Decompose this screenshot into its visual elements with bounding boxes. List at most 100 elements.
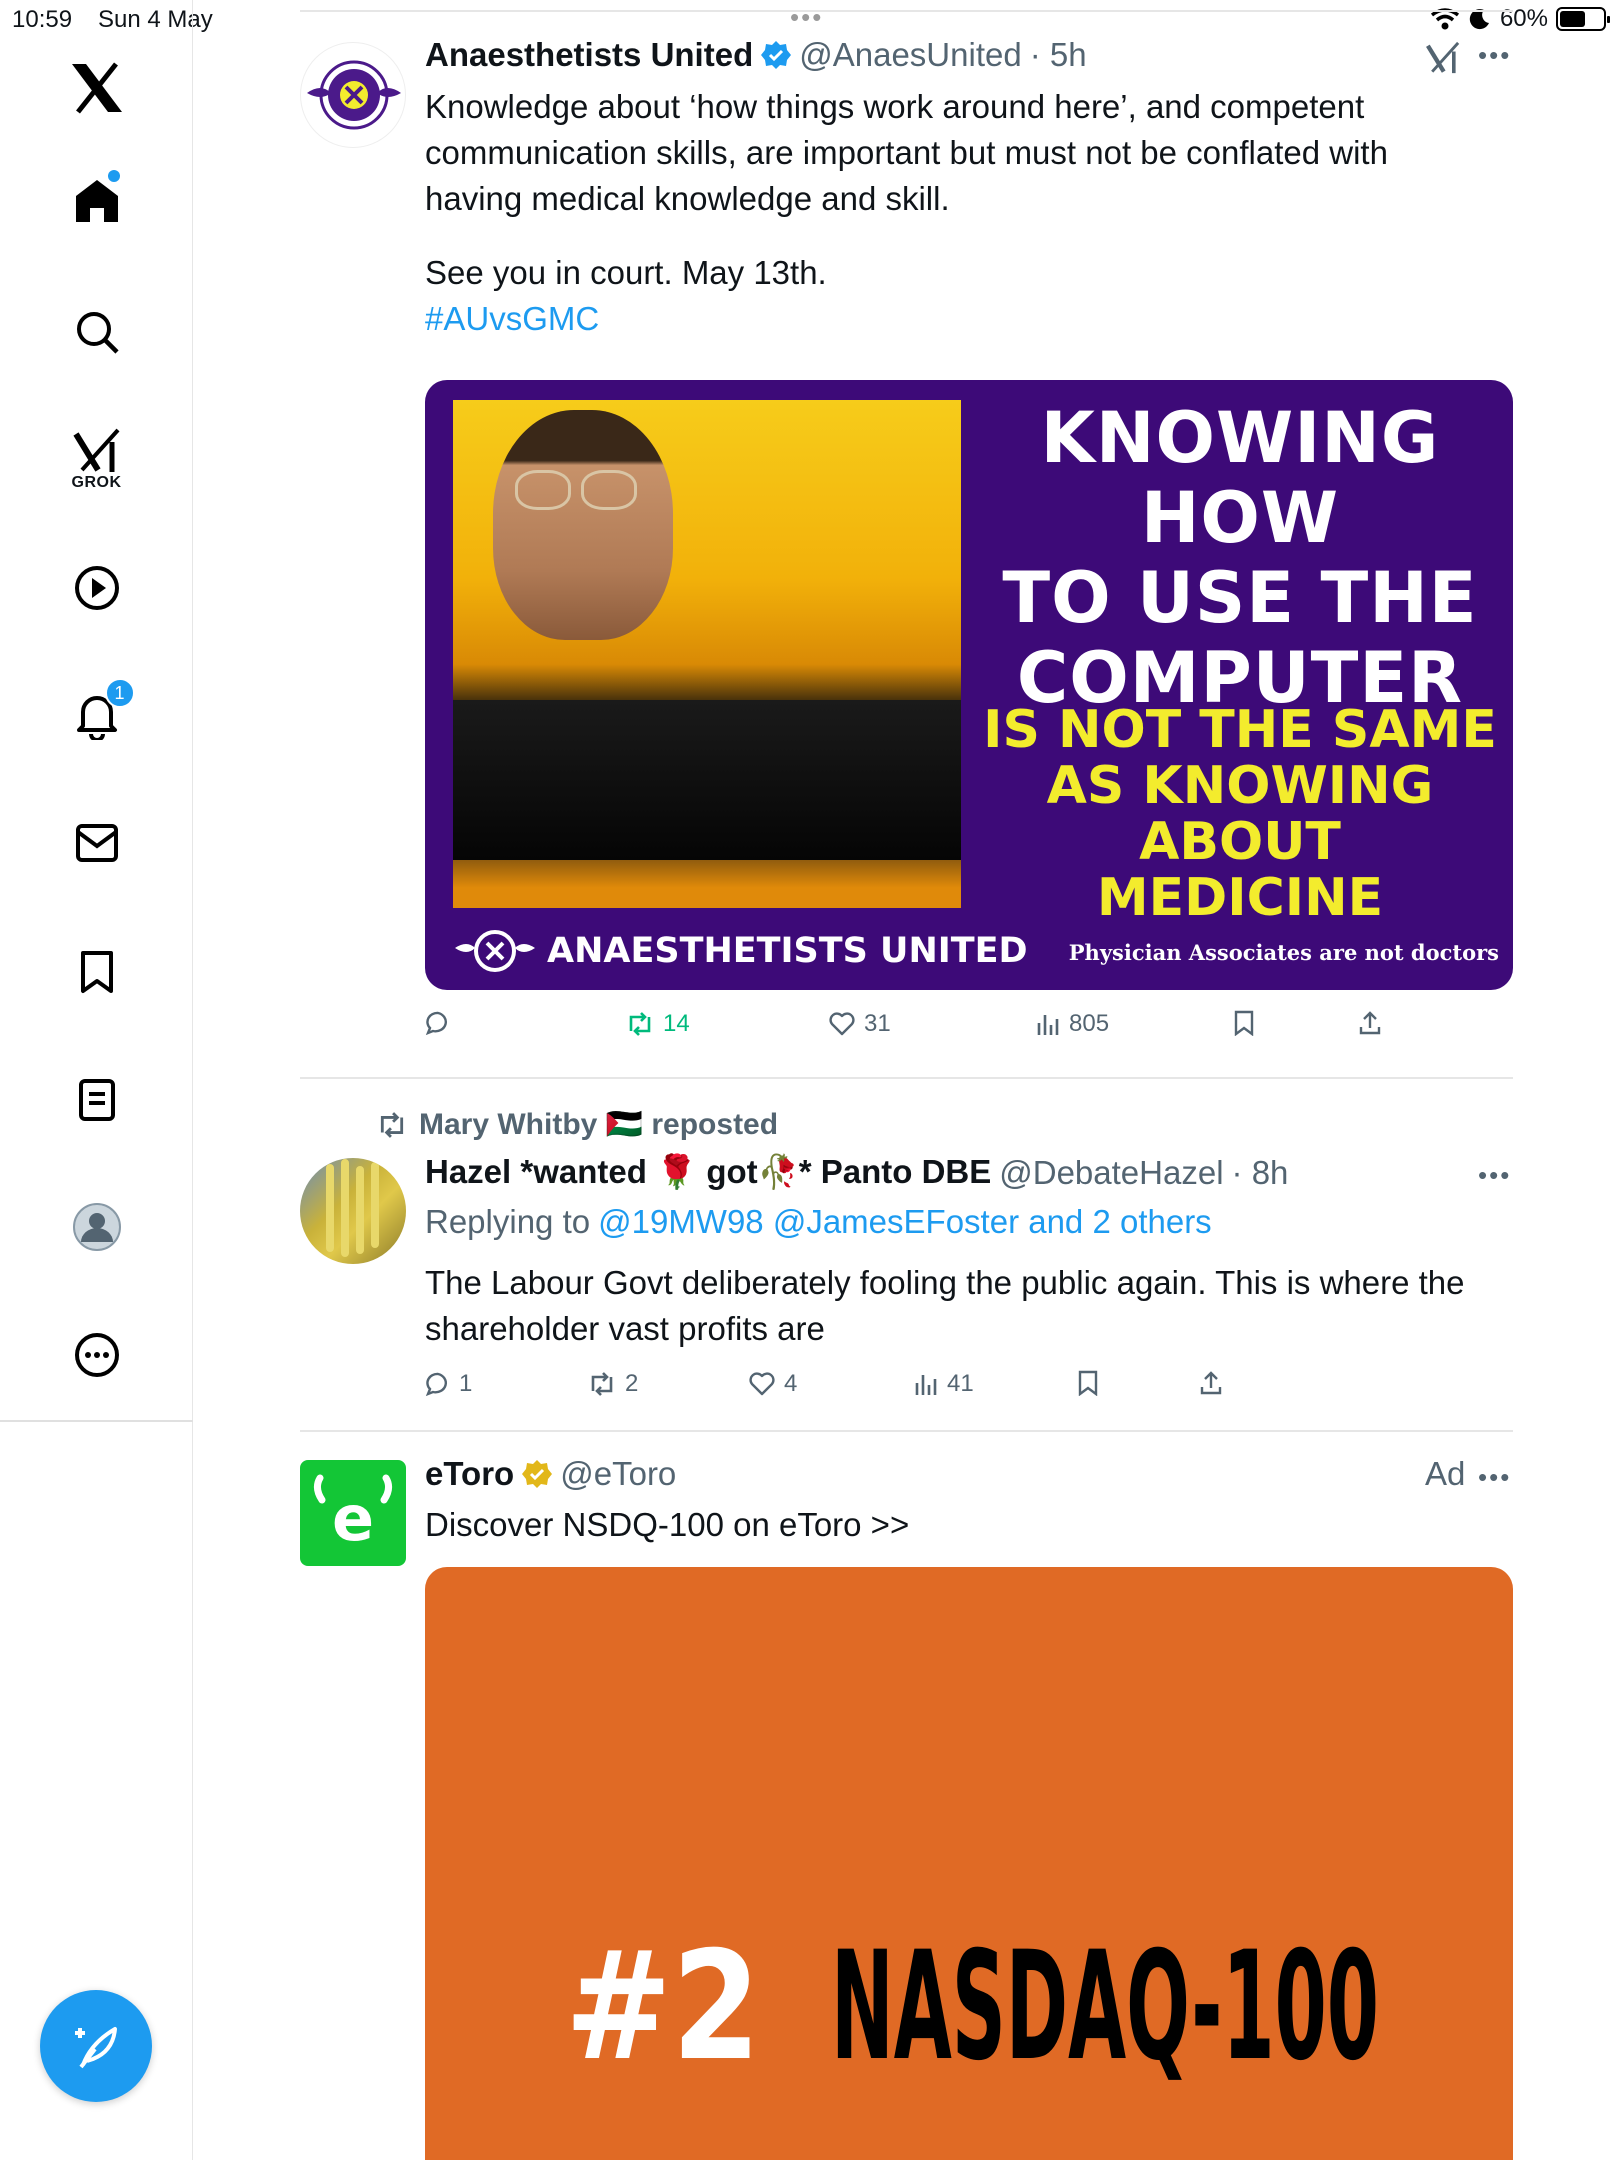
reply-button[interactable]: 1 (425, 1370, 472, 1398)
tweet-1-handle[interactable]: @AnaesUnited (799, 36, 1021, 74)
repost-count: 14 (663, 1010, 690, 1037)
status-bar: 10:59 Sun 4 May ••• 60% (0, 0, 1620, 40)
bookmark-icon (1234, 1010, 1254, 1036)
media-brand: ANAESTHETISTS UNITED (453, 926, 1028, 976)
ad-media-image[interactable]: #2 NASDAQ-100 (425, 1567, 1513, 2160)
replying-to-users[interactable]: @19MW98 @JamesEFoster and 2 others (598, 1203, 1212, 1241)
multitasking-dots[interactable]: ••• (790, 2, 823, 33)
hazel-avatar[interactable] (300, 1158, 406, 1264)
bookmark-button[interactable] (1233, 1010, 1255, 1036)
home-notification-dot (107, 170, 120, 182)
reply-button[interactable] (425, 1010, 459, 1036)
battery-fill (1560, 11, 1586, 27)
sub-line: MEDICINE (1096, 868, 1384, 928)
views-button[interactable]: 805 (1035, 1010, 1109, 1038)
grok-icon (72, 428, 119, 472)
reply-count: 1 (459, 1370, 473, 1397)
tweet-1-header: Anaesthetists United @AnaesUnited · 5h (425, 36, 1087, 74)
ad-label: Ad (1425, 1455, 1466, 1492)
share-button[interactable] (1358, 1010, 1382, 1036)
glasses-right (581, 470, 637, 510)
sidebar-item-bookmarks[interactable] (0, 950, 193, 994)
ad-media-headline: #2 NASDAQ-100 (565, 1932, 1513, 2082)
tweet-3-handle[interactable]: @eToro (560, 1455, 676, 1493)
mail-icon (75, 824, 118, 862)
repost-by-text[interactable]: Mary Whitby 🇵🇸 reposted (419, 1107, 778, 1142)
man-at-computer-photo (453, 400, 961, 908)
tweet-1-media-image[interactable]: KNOWING HOW TO USE THE COMPUTER IS NOT T… (425, 380, 1513, 990)
repost-icon (591, 1372, 613, 1396)
like-button[interactable]: 4 (748, 1370, 797, 1398)
tweet-1-hashtag[interactable]: #AUvsGMC (425, 296, 1510, 342)
tweet-1-text: Knowledge about ‘how things work around … (425, 84, 1510, 342)
sub-line: AS KNOWING ABOUT (1046, 756, 1434, 872)
etoro-logo-icon: e (313, 1474, 393, 1555)
tweet-2-text-line: shareholder vast profits are (425, 1310, 825, 1347)
media-headline: KNOWING HOW TO USE THE COMPUTER (985, 398, 1495, 718)
repost-button[interactable]: 2 (587, 1370, 638, 1398)
sidebar: GROK 1 (0, 0, 193, 2160)
search-icon (76, 312, 119, 354)
media-tagline: Physician Associates are not doctors (1068, 940, 1499, 965)
sidebar-item-messages[interactable] (0, 823, 193, 863)
tweet-3-text: Discover NSDQ-100 on eToro >> (425, 1506, 910, 1543)
tweet-1-author-name[interactable]: Anaesthetists United (425, 36, 753, 74)
sidebar-item-home[interactable] (0, 170, 193, 224)
views-chart-icon (915, 1375, 937, 1395)
heart-icon (829, 1012, 855, 1036)
views-count: 805 (1069, 1010, 1110, 1037)
sidebar-item-video[interactable] (0, 565, 193, 611)
tweet-2-header: Hazel *wanted 🌹 got🥀* Panto DBE @DebateH… (425, 1153, 1288, 1192)
bookmark-button[interactable] (1077, 1370, 1099, 1396)
more-circle-icon (74, 1333, 119, 1377)
repost-context: Mary Whitby 🇵🇸 reposted (375, 1107, 778, 1142)
views-chart-icon (1037, 1015, 1059, 1035)
compose-button[interactable] (40, 1990, 152, 2102)
anaesthetists-united-logo-icon (307, 60, 401, 130)
repost-button[interactable]: 14 (625, 1010, 690, 1038)
tweet-3-header: eToro @eToro (425, 1455, 676, 1493)
sidebar-item-search[interactable] (0, 310, 193, 354)
sidebar-item-lists[interactable] (0, 1078, 193, 1122)
tweet-3-author-name[interactable]: eToro (425, 1455, 514, 1493)
tweet-1-more-button[interactable]: ••• (1478, 40, 1511, 71)
views-count: 41 (947, 1370, 974, 1397)
profile-avatar-icon (72, 1203, 121, 1251)
anaesthetists-united-avatar[interactable] (300, 42, 406, 148)
ad-rank: #2 (565, 1920, 761, 2094)
headline-line: KNOWING HOW (1040, 397, 1440, 559)
tweet-divider (300, 1077, 1513, 1079)
bookmark-icon (80, 951, 113, 993)
feed-top-divider (300, 10, 1513, 12)
media-subheadline: IS NOT THE SAME AS KNOWING ABOUT MEDICIN… (970, 702, 1510, 926)
repost-count: 2 (625, 1370, 639, 1397)
ad-index-name: NASDAQ-100 (831, 1920, 1380, 2094)
tweet-1-time: · 5h (1029, 36, 1087, 73)
gold-verified-badge-icon (522, 1460, 553, 1488)
sidebar-item-profile[interactable] (0, 1202, 193, 1252)
svg-text:e: e (332, 1482, 374, 1555)
like-button[interactable]: 31 (828, 1010, 891, 1038)
tweet-2-time: · 8h (1231, 1153, 1289, 1191)
tweet-2-handle[interactable]: @DebateHazel (999, 1154, 1223, 1192)
reply-icon (425, 1011, 447, 1036)
sidebar-item-notifications[interactable]: 1 (0, 678, 193, 740)
video-play-icon (74, 566, 119, 610)
replying-to-prefix: Replying to (425, 1203, 591, 1240)
sidebar-item-more[interactable] (0, 1332, 193, 1378)
media-brand-text: ANAESTHETISTS UNITED (547, 931, 1028, 971)
reply-icon (425, 1372, 447, 1397)
repost-small-icon (380, 1111, 404, 1138)
sub-line: IS NOT THE SAME (983, 700, 1497, 760)
tweet-3-more-button[interactable]: ••• (1478, 1462, 1511, 1493)
tweet-2-author-name[interactable]: Hazel *wanted 🌹 got🥀* Panto DBE (425, 1153, 991, 1192)
etoro-avatar[interactable]: e (300, 1460, 406, 1566)
glasses-left (515, 470, 571, 510)
sidebar-item-x-logo[interactable] (0, 62, 193, 114)
share-button[interactable] (1199, 1370, 1223, 1396)
tweet-2-more-button[interactable]: ••• (1478, 1160, 1511, 1191)
sidebar-item-grok[interactable]: GROK (0, 428, 193, 492)
views-button[interactable]: 41 (913, 1370, 974, 1398)
grok-explain-icon[interactable] (1425, 40, 1461, 76)
replying-to-line: Replying to @19MW98 @JamesEFoster and 2 … (425, 1203, 1212, 1241)
